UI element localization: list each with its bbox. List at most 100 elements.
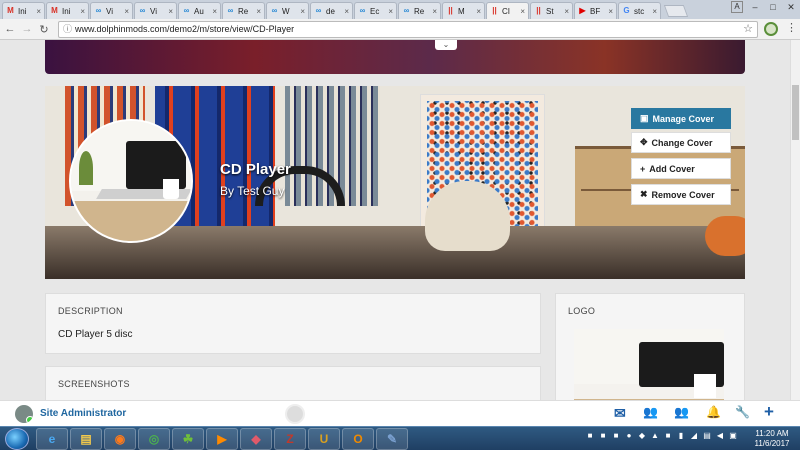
minimize-button[interactable]: – bbox=[746, 0, 764, 14]
close-icon[interactable]: × bbox=[36, 7, 41, 16]
volume-icon[interactable]: ◀ bbox=[715, 430, 725, 442]
explorer-icon[interactable]: ▤ bbox=[70, 428, 102, 450]
outlook-icon[interactable]: O bbox=[342, 428, 374, 450]
envelope-icon[interactable]: ✉ bbox=[614, 405, 626, 422]
tray-icon[interactable]: ◆ bbox=[637, 430, 647, 442]
filezilla-icon[interactable]: Z bbox=[274, 428, 306, 450]
close-icon[interactable]: × bbox=[652, 7, 657, 16]
browser-tab[interactable]: M Ini × bbox=[46, 2, 89, 19]
wrench-icon[interactable]: 🔧 bbox=[735, 405, 750, 419]
browser-tab[interactable]: ▶ BF × bbox=[574, 2, 617, 19]
move-icon: ✥ bbox=[640, 137, 648, 147]
browser-tab[interactable]: ∞ W × bbox=[266, 2, 309, 19]
tab-title: W bbox=[282, 6, 290, 16]
loading-indicator bbox=[285, 404, 305, 424]
remove-cover-button[interactable]: ✖ Remove Cover bbox=[631, 184, 731, 205]
scrollbar-thumb[interactable] bbox=[792, 85, 799, 140]
dolphin-icon: ∞ bbox=[183, 6, 190, 15]
logo-image[interactable] bbox=[574, 329, 724, 400]
product-avatar[interactable] bbox=[69, 119, 193, 243]
bell-icon[interactable]: 🔔 bbox=[706, 405, 721, 419]
browser-tab[interactable]: Gstc × bbox=[618, 2, 661, 19]
close-icon[interactable]: × bbox=[300, 7, 305, 16]
tray-icon[interactable]: ▣ bbox=[728, 430, 738, 442]
paint-icon[interactable]: ✎ bbox=[376, 428, 408, 450]
menu-icon[interactable]: ⋮ bbox=[786, 21, 797, 34]
clock[interactable]: 11:20 AM 11/6/2017 bbox=[752, 429, 792, 449]
reload-icon[interactable]: ↻ bbox=[37, 23, 51, 36]
tray-icon[interactable]: ■ bbox=[585, 430, 595, 442]
page-scrollbar[interactable] bbox=[790, 40, 800, 400]
add-icon[interactable]: + bbox=[764, 402, 774, 422]
dolphin-icon: ∞ bbox=[227, 6, 234, 15]
close-icon[interactable]: × bbox=[80, 7, 85, 16]
browser-tab[interactable]: ∞ Re × bbox=[222, 2, 265, 19]
browser-tab[interactable]: ∞ Ec × bbox=[354, 2, 397, 19]
start-button[interactable] bbox=[5, 428, 29, 450]
cover-image: CD Player By Test Guy ▣ Manage Cover ✥ C… bbox=[45, 86, 745, 279]
tray-icon[interactable]: ◢ bbox=[689, 430, 699, 442]
browser-tab[interactable]: ∞ Au × bbox=[178, 2, 221, 19]
close-icon[interactable]: × bbox=[520, 7, 525, 16]
bars-icon: || bbox=[448, 6, 453, 15]
close-icon[interactable]: × bbox=[344, 7, 349, 16]
tray-icon[interactable]: ■ bbox=[663, 430, 673, 442]
back-icon[interactable]: ← bbox=[3, 23, 17, 35]
tray-icon[interactable]: ▤ bbox=[702, 430, 712, 442]
page-title[interactable]: CD Player bbox=[220, 161, 291, 178]
forward-icon[interactable]: → bbox=[20, 23, 34, 35]
user-name[interactable]: Site Administrator bbox=[40, 408, 126, 419]
new-tab-button[interactable] bbox=[663, 5, 689, 17]
add-cover-button[interactable]: + Add Cover bbox=[631, 158, 731, 179]
change-cover-button[interactable]: ✥ Change Cover bbox=[631, 132, 731, 153]
close-icon[interactable]: × bbox=[476, 7, 481, 16]
browser-tab[interactable]: || M × bbox=[442, 2, 485, 19]
close-icon[interactable]: × bbox=[212, 7, 217, 16]
author-byline[interactable]: By Test Guy bbox=[220, 184, 284, 198]
tray-icon[interactable]: ● bbox=[624, 430, 634, 442]
youtube-icon: ▶ bbox=[579, 6, 586, 15]
tray-icon[interactable]: ■ bbox=[598, 430, 608, 442]
browser-tab[interactable]: ∞ Re × bbox=[398, 2, 441, 19]
users-icon[interactable]: 👥 bbox=[643, 405, 658, 419]
dolphin-icon: ∞ bbox=[403, 6, 410, 15]
ue-icon[interactable]: U bbox=[308, 428, 340, 450]
avatar[interactable] bbox=[15, 405, 33, 423]
manage-cover-button[interactable]: ▣ Manage Cover bbox=[631, 108, 731, 129]
tray-icon[interactable]: ■ bbox=[611, 430, 621, 442]
url-input[interactable]: ⓘ www.dolphinmods.com/demo2/m/store/view… bbox=[58, 21, 758, 38]
browser-tab[interactable]: || CI × bbox=[486, 2, 529, 19]
tab-title: Ini bbox=[18, 6, 27, 16]
close-window-button[interactable]: ✕ bbox=[782, 0, 800, 14]
firefox-icon[interactable]: ◉ bbox=[104, 428, 136, 450]
ie-icon[interactable]: e bbox=[36, 428, 68, 450]
chrome-icon[interactable]: ◎ bbox=[138, 428, 170, 450]
system-tray: ■ ■ ■ ● ◆ ▲ ■ ▮ ◢ ▤ ◀ ▣ bbox=[585, 430, 738, 442]
tab-title: M bbox=[458, 6, 465, 16]
close-icon[interactable]: × bbox=[256, 7, 261, 16]
browser-tab[interactable]: || St × bbox=[530, 2, 573, 19]
close-icon[interactable]: × bbox=[388, 7, 393, 16]
tray-icon[interactable]: ▮ bbox=[676, 430, 686, 442]
browser-tab[interactable]: ∞ de × bbox=[310, 2, 353, 19]
eraser-icon[interactable]: ◆ bbox=[240, 428, 272, 450]
clock-time: 11:20 AM bbox=[755, 429, 789, 438]
extension-icon[interactable] bbox=[764, 22, 778, 36]
tray-icon[interactable]: ▲ bbox=[650, 430, 660, 442]
browser-tab[interactable]: ∞ Vi × bbox=[134, 2, 177, 19]
maximize-button[interactable]: □ bbox=[764, 0, 782, 14]
close-icon[interactable]: × bbox=[608, 7, 613, 16]
close-icon[interactable]: × bbox=[168, 7, 173, 16]
frog-icon[interactable]: ☘ bbox=[172, 428, 204, 450]
close-icon[interactable]: × bbox=[432, 7, 437, 16]
info-icon[interactable]: ⓘ bbox=[63, 22, 72, 37]
group-icon[interactable]: 👥 bbox=[674, 405, 689, 419]
media-icon[interactable]: ▶ bbox=[206, 428, 238, 450]
profile-button[interactable]: A bbox=[731, 1, 743, 13]
bookmark-star-icon[interactable]: ☆ bbox=[743, 22, 753, 37]
chevron-down-icon[interactable]: ⌄ bbox=[435, 40, 457, 50]
close-icon[interactable]: × bbox=[124, 7, 129, 16]
close-icon[interactable]: × bbox=[564, 7, 569, 16]
browser-tab[interactable]: M Ini × bbox=[2, 2, 45, 19]
browser-tab[interactable]: ∞ Vi × bbox=[90, 2, 133, 19]
